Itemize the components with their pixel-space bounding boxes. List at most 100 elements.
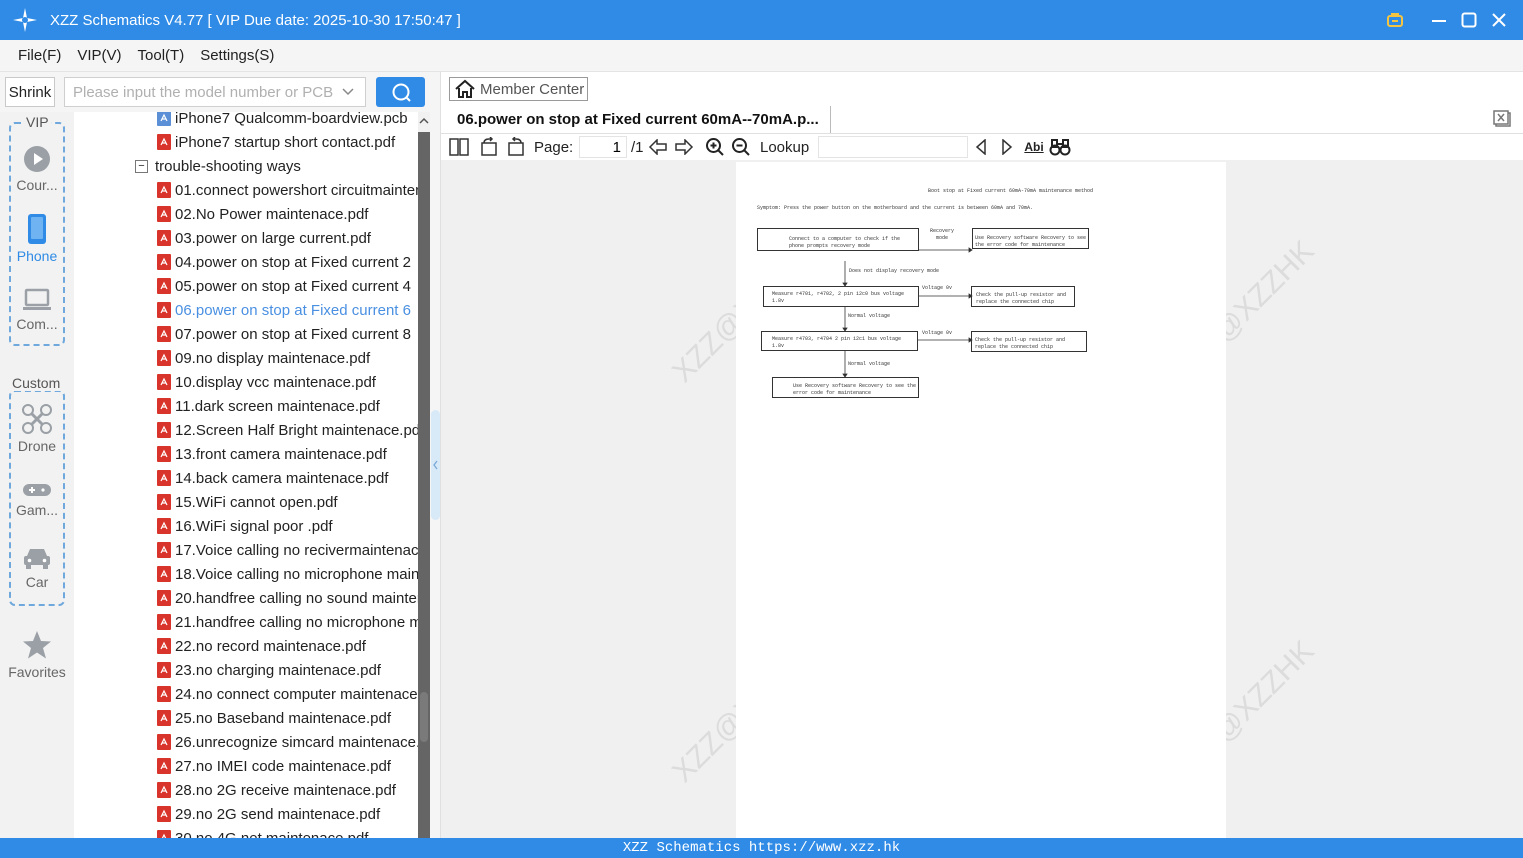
close-tab-icon[interactable] [1493, 110, 1513, 128]
tree-file-item[interactable]: 13.front camera maintenace.pdf [74, 442, 418, 466]
scrollbar-thumb[interactable] [420, 692, 428, 742]
category-favorites[interactable]: Favorites [0, 630, 74, 680]
tree-file-item[interactable]: iPhone7 startup short contact.pdf [74, 130, 418, 154]
zoom-out-button[interactable] [730, 137, 752, 157]
page-number-input[interactable] [579, 136, 627, 158]
tree-file-item[interactable]: 29.no 2G send maintenace.pdf [74, 802, 418, 826]
rotate-left-button[interactable] [478, 137, 500, 157]
find-button[interactable] [1049, 137, 1071, 157]
document-tab[interactable]: 06.power on stop at Fixed current 60mA--… [449, 106, 831, 133]
pdf-file-icon [157, 206, 171, 222]
next-page-button[interactable] [673, 137, 695, 157]
maximize-button[interactable] [1459, 10, 1479, 30]
tree-file-item[interactable]: 14.back camera maintenace.pdf [74, 466, 418, 490]
tree-file-item[interactable]: iPhone7 Qualcomm-boardview.pcb [74, 112, 418, 130]
category-courses[interactable]: Cour... [0, 145, 74, 193]
lookup-input[interactable] [818, 136, 968, 158]
tree-file-item[interactable]: 10.display vcc maintenace.pdf [74, 370, 418, 394]
scroll-up-icon[interactable] [418, 114, 430, 128]
tree-file-item[interactable]: 28.no 2G receive maintenace.pdf [74, 778, 418, 802]
category-phone[interactable]: Phone [0, 214, 74, 264]
find-next-button[interactable] [996, 137, 1018, 157]
pdf-file-icon [157, 326, 171, 342]
member-center-button[interactable]: Member Center [449, 77, 588, 101]
search-input[interactable] [73, 83, 333, 101]
tree-file-item[interactable]: 18.Voice calling no microphone maintenac… [74, 562, 418, 586]
tree-file-item[interactable]: 17.Voice calling no recivermaintenace.pd… [74, 538, 418, 562]
page-total: /1 [631, 139, 644, 156]
menu-vip[interactable]: VIP(V) [77, 47, 121, 64]
tree-item-label: 30.no 4G net maintenace.pdf [175, 829, 369, 839]
lookup-label: Lookup [760, 139, 810, 156]
search-icon [392, 83, 411, 102]
tree-file-item[interactable]: 11.dark screen maintenace.pdf [74, 394, 418, 418]
tree-file-item[interactable]: 20.handfree calling no sound maintenace.… [74, 586, 418, 610]
panel-splitter[interactable] [430, 72, 441, 838]
chevron-down-icon[interactable] [341, 85, 355, 99]
minimize-button[interactable] [1429, 10, 1449, 30]
tree-file-item[interactable]: 15.WiFi cannot open.pdf [74, 490, 418, 514]
category-sidebar: VIP Cour... Phone Com... Custom Drone Ga… [0, 112, 74, 838]
category-computer[interactable]: Com... [0, 288, 74, 332]
tree-scrollbar[interactable] [418, 112, 430, 838]
two-page-view-button[interactable] [448, 137, 470, 157]
tree-file-item[interactable]: 24.no connect computer maintenace.pdf [74, 682, 418, 706]
category-game[interactable]: Gam... [0, 482, 74, 518]
tree-file-item[interactable]: 16.WiFi signal poor .pdf [74, 514, 418, 538]
tree-file-item[interactable]: 12.Screen Half Bright maintenace.pdf [74, 418, 418, 442]
tree-file-item[interactable]: 27.no IMEI code maintenace.pdf [74, 754, 418, 778]
zoom-in-button[interactable] [704, 137, 726, 157]
tree-file-item[interactable]: 09.no display maintenace.pdf [74, 346, 418, 370]
vip-badge-icon[interactable] [1385, 10, 1405, 30]
tree-file-item[interactable]: 07.power on stop at Fixed current 8 [74, 322, 418, 346]
pdf-file-icon [157, 182, 171, 198]
collapse-icon[interactable]: − [135, 159, 148, 173]
prev-page-button[interactable] [647, 137, 669, 157]
close-button[interactable] [1489, 10, 1509, 30]
flow-edge-label: Normal voltage [848, 361, 891, 367]
category-drone[interactable]: Drone [0, 404, 74, 454]
pdf-file-icon [157, 734, 171, 750]
custom-group-label: Custom [10, 375, 63, 391]
menu-file[interactable]: File(F) [18, 47, 61, 64]
flow-box-text: Use Recovery software Recovery to see th… [975, 235, 1087, 248]
tree-folder[interactable]: − trouble-shooting ways [74, 154, 418, 178]
pdf-page: Boot stop at Fixed current 60mA-70mA mai… [736, 162, 1226, 838]
tree-file-item[interactable]: 21.handfree calling no microphone mainte… [74, 610, 418, 634]
tree-file-item[interactable]: 30.no 4G net maintenace.pdf [74, 826, 418, 838]
tree-item-label: 14.back camera maintenace.pdf [175, 469, 389, 487]
category-car[interactable]: Car [0, 546, 74, 590]
pdf-file-icon [157, 278, 171, 294]
menu-tool[interactable]: Tool(T) [138, 47, 185, 64]
tree-file-item[interactable]: 06.power on stop at Fixed current 6 [74, 298, 418, 322]
tree-item-label: 12.Screen Half Bright maintenace.pdf [175, 421, 418, 439]
tree-file-item[interactable]: 01.connect powershort circuitmaintenace.… [74, 178, 418, 202]
collapse-handle[interactable] [431, 410, 440, 520]
tree-file-item[interactable]: 23.no charging maintenace.pdf [74, 658, 418, 682]
find-prev-button[interactable] [970, 137, 992, 157]
phone-icon [28, 214, 46, 244]
tree-file-item[interactable]: 02.No Power maintenace.pdf [74, 202, 418, 226]
search-combobox[interactable] [64, 77, 366, 107]
rotate-right-icon [508, 137, 524, 156]
tree-file-item[interactable]: 22.no record maintenace.pdf [74, 634, 418, 658]
shrink-button[interactable]: Shrink [5, 77, 55, 107]
pdf-file-icon [157, 566, 171, 582]
zoom-out-icon [732, 138, 750, 156]
tree-file-item[interactable]: 03.power on large current.pdf [74, 226, 418, 250]
arrow-right-icon [675, 139, 694, 155]
document-viewer[interactable]: XZZ@XZZHK XZZ@XZZHK XZZ@XZZHK XZZ@XZZHK … [441, 160, 1523, 838]
vip-group-label: VIP [24, 114, 51, 130]
tree-file-item[interactable]: 05.power on stop at Fixed current 4 [74, 274, 418, 298]
rotate-right-button[interactable] [505, 137, 527, 157]
menu-settings[interactable]: Settings(S) [200, 47, 274, 64]
tree-item-label: 11.dark screen maintenace.pdf [175, 397, 380, 415]
window-title: XZZ Schematics V4.77 [ VIP Due date: 202… [50, 11, 461, 29]
pdf-file-icon [157, 350, 171, 366]
match-case-button[interactable]: Abi [1022, 137, 1046, 157]
tree-file-item[interactable]: 25.no Baseband maintenace.pdf [74, 706, 418, 730]
tree-item-label: 15.WiFi cannot open.pdf [175, 493, 338, 511]
search-button[interactable] [376, 77, 425, 107]
tree-file-item[interactable]: 26.unrecognize simcard maintenace.pdf [74, 730, 418, 754]
tree-file-item[interactable]: 04.power on stop at Fixed current 2 [74, 250, 418, 274]
